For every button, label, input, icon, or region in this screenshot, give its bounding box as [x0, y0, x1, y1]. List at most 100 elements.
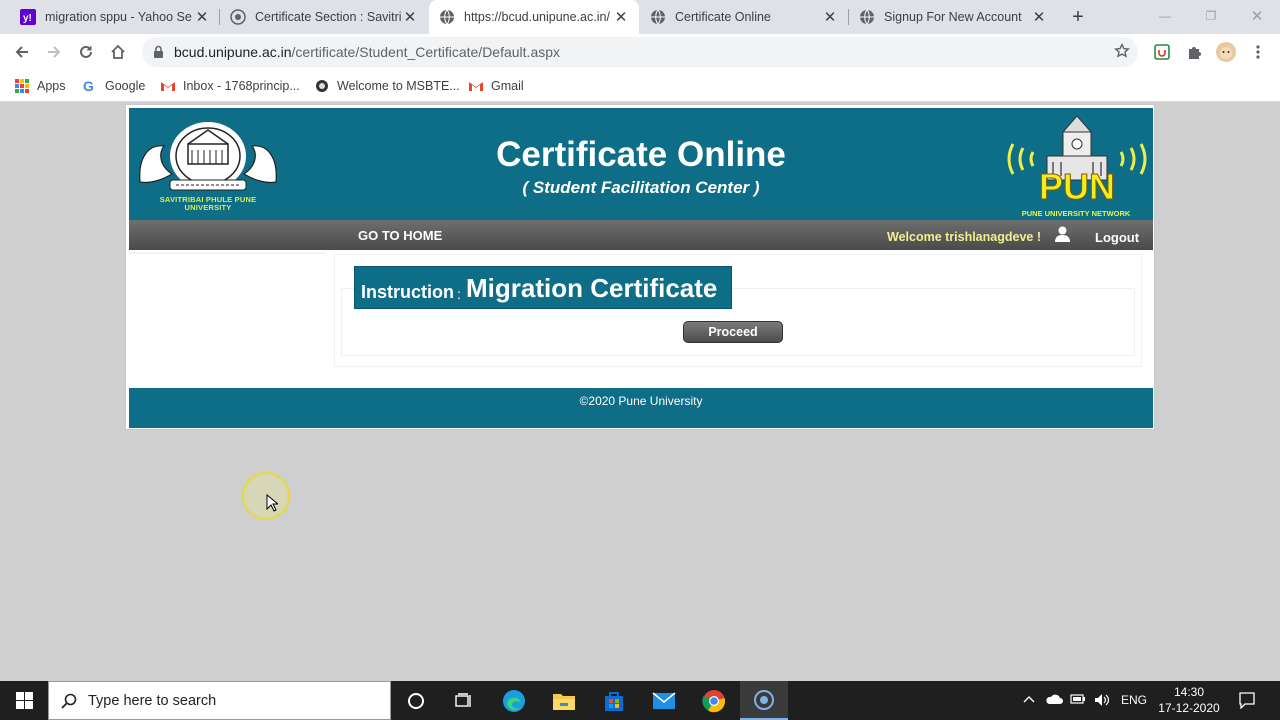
instruction-colon: :: [457, 286, 461, 302]
tab-title: migration sppu - Yahoo Se: [45, 10, 192, 24]
puzzle-extensions-icon[interactable]: [1184, 42, 1204, 62]
battery-icon[interactable]: [1070, 693, 1086, 708]
welcome-text: Welcome trishlanagdeve !: [887, 230, 1041, 244]
clock-date: 17-12-2020: [1158, 701, 1220, 715]
tab-signup[interactable]: Signup For New Account ✕: [849, 0, 1057, 34]
bookmark-label: Google: [105, 79, 146, 93]
windows-start-icon[interactable]: [0, 681, 48, 720]
top-navbar: GO TO HOME Welcome trishlanagdeve ! Logo…: [129, 220, 1153, 250]
cortana-icon[interactable]: [392, 681, 440, 720]
bookmark-star-icon[interactable]: [1114, 42, 1130, 64]
tab-title: Certificate Online: [675, 10, 771, 24]
gmail-icon: [468, 78, 484, 94]
bookmark-google[interactable]: G Google: [82, 76, 145, 96]
site-header: SAVITRIBAI PHULE PUNE UNIVERSITY Certifi…: [129, 108, 1153, 220]
page-container: SAVITRIBAI PHULE PUNE UNIVERSITY Certifi…: [125, 104, 1155, 430]
onedrive-cloud-icon[interactable]: [1045, 693, 1063, 708]
reload-icon[interactable]: [74, 40, 98, 64]
restore-icon[interactable]: ❐: [1188, 0, 1234, 32]
browser-toolbar: bcud.unipune.ac.in/certificate/Student_C…: [0, 34, 1280, 70]
certificate-type: Migration Certificate: [466, 273, 718, 303]
url-host: bcud.unipune.ac.in: [174, 44, 292, 60]
globe-icon: [859, 9, 875, 25]
page-subtitle: ( Student Facilitation Center ): [522, 178, 760, 197]
bookmark-msbte[interactable]: Welcome to MSBTE...: [314, 76, 460, 96]
forward-arrow-icon[interactable]: [42, 40, 66, 64]
home-icon[interactable]: [106, 40, 130, 64]
task-view-icon[interactable]: [440, 681, 488, 720]
seal-caption: SAVITRIBAI PHULE PUNE UNIVERSITY: [137, 196, 279, 212]
bookmark-label: Gmail: [491, 79, 524, 93]
screen-recorder-icon[interactable]: [740, 681, 788, 720]
go-to-home-link[interactable]: GO TO HOME: [358, 228, 442, 243]
close-tab-icon[interactable]: ✕: [194, 9, 210, 26]
address-bar[interactable]: bcud.unipune.ac.in/certificate/Student_C…: [142, 37, 1138, 67]
extension-icon[interactable]: [1152, 42, 1172, 62]
bookmark-gmail[interactable]: Gmail: [468, 76, 524, 96]
bookmark-apps[interactable]: Apps: [14, 76, 66, 96]
search-icon: [61, 693, 77, 714]
site-footer: ©2020 Pune University: [129, 388, 1153, 428]
chrome-icon[interactable]: [690, 681, 738, 720]
tab-bcud-active[interactable]: https://bcud.unipune.ac.in/ ✕: [429, 0, 639, 34]
instruction-panel: Instruction : Migration Certificate Proc…: [334, 254, 1142, 367]
microsoft-store-icon[interactable]: [590, 681, 638, 720]
bookmark-label: Welcome to MSBTE...: [337, 79, 460, 93]
close-tab-icon[interactable]: ✕: [1031, 9, 1047, 26]
instruction-label: Instruction: [361, 282, 454, 302]
google-icon: G: [82, 78, 98, 94]
edge-browser-icon[interactable]: [490, 681, 538, 720]
close-tab-icon[interactable]: ✕: [822, 9, 838, 26]
system-clock[interactable]: 14:30 17-12-2020: [1152, 684, 1226, 716]
tab-title: Certificate Section : Savitrib: [255, 10, 402, 24]
globe-icon: [439, 9, 455, 25]
search-placeholder: Type here to search: [88, 693, 217, 709]
tab-yahoo-search[interactable]: y! migration sppu - Yahoo Se ✕: [10, 0, 220, 34]
url-text: bcud.unipune.ac.in/certificate/Student_C…: [174, 44, 560, 60]
pune-university-network-logo: PUN: [1003, 114, 1151, 212]
profile-avatar[interactable]: [1216, 42, 1236, 62]
pun-caption: PUNE UNIVERSITY NETWORK: [1021, 209, 1131, 218]
mail-icon[interactable]: [640, 681, 688, 720]
language-indicator[interactable]: ENG: [1121, 693, 1147, 707]
close-tab-icon[interactable]: ✕: [613, 9, 629, 26]
minimize-icon[interactable]: —: [1142, 0, 1188, 32]
tab-strip: y! migration sppu - Yahoo Se ✕ Certifica…: [0, 0, 1280, 34]
url-path: /certificate/Student_Certificate/Default…: [291, 44, 561, 60]
mouse-pointer-icon: [266, 493, 280, 517]
tab-certificate-section[interactable]: Certificate Section : Savitrib ✕: [220, 0, 428, 34]
bookmarks-bar: Apps G Google Inbox - 1768princip... Wel…: [0, 70, 1280, 102]
notifications-icon[interactable]: [1238, 691, 1256, 712]
windows-taskbar: Type here to search ENG 14:30 17-12-2020: [0, 681, 1280, 720]
tab-certificate-online[interactable]: Certificate Online ✕: [640, 0, 848, 34]
copyright-text: ©2020 Pune University: [579, 394, 703, 408]
logout-link[interactable]: Logout: [1095, 230, 1139, 245]
left-panel: [129, 252, 326, 257]
new-tab-icon[interactable]: +: [1068, 6, 1088, 28]
tab-title: Signup For New Account: [884, 10, 1022, 24]
file-explorer-icon[interactable]: [540, 681, 588, 720]
bookmark-label: Inbox - 1768princip...: [183, 79, 300, 93]
close-tab-icon[interactable]: ✕: [402, 9, 418, 26]
apps-grid-icon: [14, 78, 30, 94]
pun-logo-text: PUN: [1038, 166, 1115, 208]
close-window-icon[interactable]: ✕: [1234, 0, 1280, 32]
gmail-icon: [160, 78, 176, 94]
instruction-heading: Instruction : Migration Certificate: [354, 266, 732, 309]
back-arrow-icon[interactable]: [10, 40, 34, 64]
svg-text:y!: y!: [23, 13, 32, 24]
user-icon: [1055, 226, 1070, 247]
menu-kebab-icon[interactable]: [1248, 42, 1268, 62]
bookmark-inbox[interactable]: Inbox - 1768princip...: [160, 76, 300, 96]
proceed-button[interactable]: Proceed: [683, 321, 783, 343]
seal-caption-line2: UNIVERSITY: [184, 203, 232, 212]
volume-icon[interactable]: [1094, 693, 1110, 710]
globe-icon: [650, 9, 666, 25]
seal-icon: [230, 9, 246, 25]
svg-text:G: G: [83, 79, 94, 93]
lock-icon[interactable]: [153, 45, 164, 64]
page-title: Certificate Online: [496, 135, 786, 174]
show-hidden-icons-icon[interactable]: [1022, 693, 1036, 707]
taskbar-search-box[interactable]: Type here to search: [48, 681, 391, 720]
bookmark-label: Apps: [37, 79, 66, 93]
